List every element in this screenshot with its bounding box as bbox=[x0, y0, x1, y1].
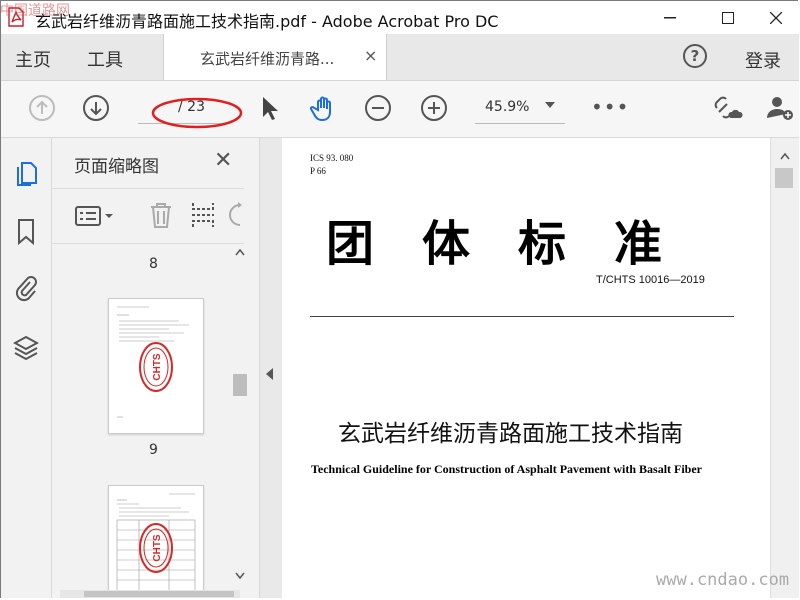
horizontal-scrollbar-thumb[interactable] bbox=[84, 591, 234, 597]
tab-bar: 主页 工具 玄武岩纤维沥青路... × ? 登录 bbox=[1, 34, 799, 81]
next-page-button[interactable] bbox=[81, 93, 111, 123]
document-title-english: Technical Guideline for Construction of … bbox=[311, 462, 703, 476]
more-tools-icon[interactable]: ••• bbox=[591, 95, 629, 119]
rotate-icon bbox=[229, 202, 242, 226]
minimize-icon bbox=[664, 16, 676, 18]
insert-page-icon bbox=[192, 203, 214, 227]
insert-page-button[interactable] bbox=[190, 201, 216, 233]
navigation-rail bbox=[1, 138, 52, 598]
add-user-icon bbox=[767, 97, 793, 120]
thumbnail-page-number: 8 bbox=[149, 256, 158, 272]
maximize-icon bbox=[722, 11, 734, 24]
red-ellipse-annotation bbox=[151, 97, 243, 129]
link-cloud-icon bbox=[714, 96, 743, 119]
window-title: 玄武岩纤维沥青路面施工技术指南.pdf - Adobe Acrobat Pro … bbox=[35, 12, 499, 31]
paperclip-icon bbox=[15, 276, 37, 302]
home-menu[interactable]: 主页 bbox=[15, 46, 51, 72]
pages-icon bbox=[17, 162, 37, 186]
layers-icon bbox=[13, 335, 39, 361]
standard-number: T/CHTS 10016—2019 bbox=[596, 274, 705, 286]
panel-title: 页面缩略图 bbox=[74, 157, 159, 177]
panel-collapse-bar[interactable] bbox=[259, 138, 283, 598]
page-thumbnails-button[interactable] bbox=[13, 160, 39, 188]
thumbnail-horizontal-scrollbar[interactable] bbox=[60, 590, 240, 598]
zoom-out-button[interactable] bbox=[363, 93, 393, 123]
scroll-down-icon[interactable] bbox=[235, 572, 245, 580]
ics-code: ICS 93. 080 P 66 bbox=[310, 152, 353, 178]
attachments-button[interactable] bbox=[13, 274, 39, 302]
thumbnail-content: CHTS bbox=[116, 493, 196, 594]
list-options-icon bbox=[75, 206, 113, 226]
title-bar: 玄武岩纤维沥青路面施工技术指南.pdf - Adobe Acrobat Pro … bbox=[1, 1, 799, 34]
share-user-button[interactable] bbox=[765, 93, 795, 123]
document-scrollbar-thumb[interactable] bbox=[775, 168, 793, 188]
thumbnail-page-number: 9 bbox=[149, 442, 158, 458]
bookmark-icon bbox=[18, 219, 34, 246]
delete-page-button[interactable] bbox=[148, 201, 174, 233]
collapse-left-icon[interactable] bbox=[266, 368, 274, 380]
stamp-text: CHTS bbox=[152, 534, 163, 562]
thumbnail-options-button[interactable] bbox=[74, 203, 116, 233]
document-page: ICS 93. 080 P 66 团 体 标 准 T/CHTS 10016—20… bbox=[282, 138, 770, 598]
document-viewport[interactable]: ICS 93. 080 P 66 团 体 标 准 T/CHTS 10016—20… bbox=[282, 138, 770, 598]
trash-icon bbox=[151, 203, 171, 228]
document-tab-label: 玄武岩纤维沥青路... bbox=[200, 50, 335, 68]
ics-line-2: P 66 bbox=[310, 166, 326, 176]
thumbnail-page-10[interactable]: CHTS bbox=[108, 485, 204, 594]
thumbnail-content: CHTS bbox=[117, 306, 189, 418]
close-icon bbox=[770, 11, 782, 24]
help-icon[interactable]: ? bbox=[683, 44, 707, 68]
plus-circle-icon bbox=[421, 95, 447, 121]
share-link-button[interactable] bbox=[713, 93, 743, 123]
toolbar: / 23 45.9% ••• bbox=[1, 81, 799, 138]
login-button[interactable]: 登录 bbox=[745, 47, 781, 73]
document-tab[interactable]: 玄武岩纤维沥青路... × bbox=[163, 34, 387, 80]
minus-circle-icon bbox=[365, 95, 391, 121]
close-window-button[interactable] bbox=[753, 1, 799, 34]
cursor-arrow-icon bbox=[263, 97, 278, 120]
site-watermark-top: 中国道路网 bbox=[0, 3, 70, 19]
minimize-button[interactable] bbox=[647, 1, 693, 34]
zoom-dropdown[interactable]: 45.9% bbox=[475, 93, 565, 124]
scrollbar-thumb[interactable] bbox=[233, 374, 247, 396]
header-divider bbox=[310, 316, 734, 317]
thumbnail-page-9[interactable]: CHTS bbox=[108, 298, 204, 434]
hand-tool-button[interactable] bbox=[309, 93, 339, 123]
previous-page-button[interactable] bbox=[27, 93, 57, 123]
standard-type-heading: 团 体 标 准 bbox=[326, 216, 663, 272]
thumbnail-scrollbar[interactable] bbox=[232, 244, 248, 584]
scroll-up-icon[interactable] bbox=[235, 248, 245, 256]
maximize-button[interactable] bbox=[705, 1, 751, 34]
ics-line-1: ICS 93. 080 bbox=[310, 153, 354, 163]
select-tool-button[interactable] bbox=[255, 93, 285, 123]
document-title-chinese: 玄武岩纤维沥青路面施工技术指南 bbox=[338, 421, 683, 447]
tab-close-icon[interactable]: × bbox=[364, 46, 377, 65]
panel-toolbar bbox=[52, 188, 244, 244]
bookmarks-button[interactable] bbox=[13, 218, 39, 246]
hand-icon bbox=[310, 96, 331, 122]
rotate-page-button[interactable] bbox=[228, 201, 244, 233]
zoom-value: 45.9% bbox=[485, 99, 530, 115]
zoom-in-button[interactable] bbox=[419, 93, 449, 123]
scroll-up-icon[interactable] bbox=[780, 152, 790, 160]
arrow-down-circle-icon bbox=[83, 95, 109, 121]
stamp-text: CHTS bbox=[152, 353, 163, 381]
chevron-down-icon bbox=[545, 102, 555, 108]
tools-menu[interactable]: 工具 bbox=[87, 46, 123, 72]
document-scrollbar[interactable] bbox=[770, 138, 799, 598]
site-watermark-bottom: www.cndao.com bbox=[656, 570, 790, 590]
panel-close-icon[interactable]: ✕ bbox=[214, 148, 232, 173]
arrow-up-circle-icon bbox=[29, 95, 55, 121]
thumbnail-list: 8 CHTS 9 CHTS bbox=[52, 244, 230, 594]
layers-button[interactable] bbox=[13, 334, 39, 362]
thumbnails-panel: 页面缩略图 ✕ 8 CHTS 9 CHTS bbox=[52, 138, 259, 598]
